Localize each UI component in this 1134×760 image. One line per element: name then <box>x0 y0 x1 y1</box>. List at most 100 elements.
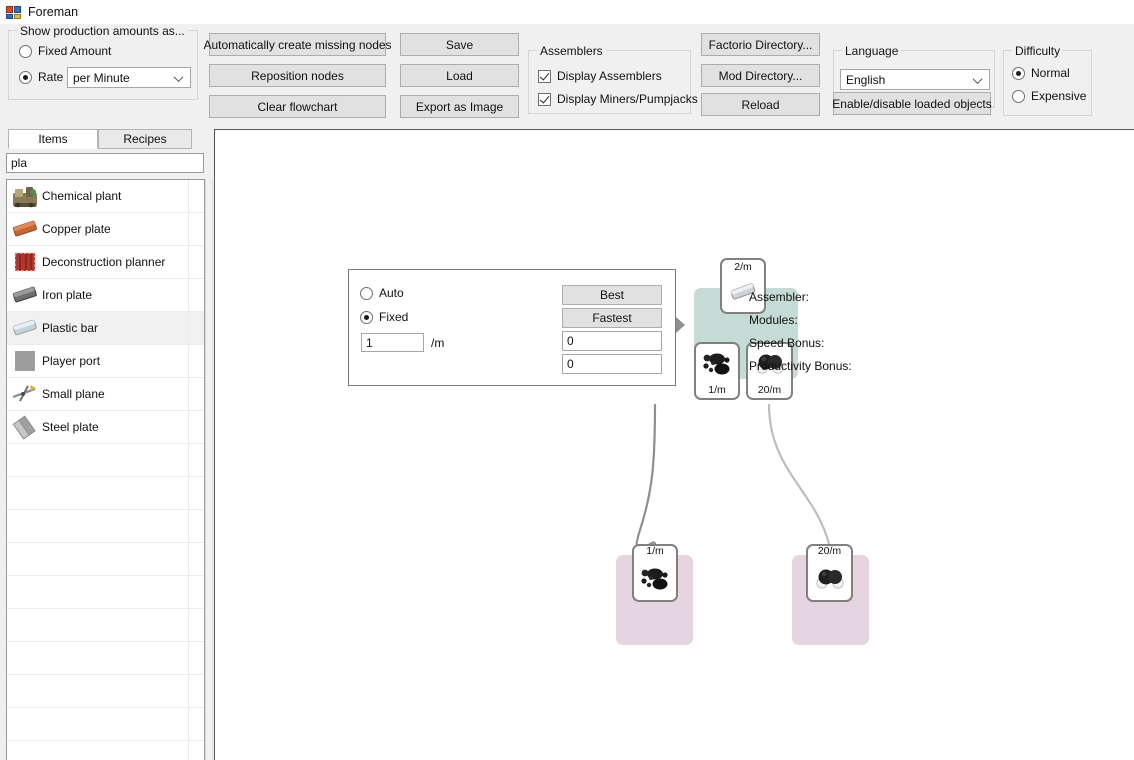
list-item-label: Deconstruction planner <box>42 255 166 269</box>
radio-difficulty-normal[interactable]: Normal <box>1012 66 1070 80</box>
input-port-coal[interactable]: 1/m <box>694 342 740 400</box>
radio-difficulty-expensive[interactable]: Expensive <box>1012 89 1086 103</box>
radio-rate[interactable]: Rate <box>19 70 63 84</box>
list-item-empty[interactable] <box>7 642 204 675</box>
load-button[interactable]: Load <box>400 64 519 87</box>
radio-rate-fixed-label: Fixed <box>379 310 409 324</box>
chevron-down-icon <box>974 74 983 83</box>
top-toolbar: Show production amounts as... Fixed Amou… <box>0 24 1134 129</box>
search-input[interactable]: pla <box>6 153 204 173</box>
list-cell-divider <box>188 543 189 575</box>
radio-difficulty-normal-label: Normal <box>1031 66 1070 80</box>
list-item-empty[interactable] <box>7 510 204 543</box>
iron-plate-icon <box>10 281 40 309</box>
radio-fixed-amount-indicator <box>19 44 32 58</box>
radio-rate-fixed[interactable]: Fixed <box>360 310 408 324</box>
reposition-nodes-button[interactable]: Reposition nodes <box>209 64 386 87</box>
production-amounts-group: Show production amounts as... Fixed Amou… <box>8 24 198 100</box>
language-title: Language <box>842 44 902 58</box>
supply-output-port-petroleum-gas[interactable]: 20/m <box>806 544 853 602</box>
amount-unit-suffix: /m <box>431 336 445 350</box>
list-item[interactable]: Small plane <box>7 378 204 411</box>
list-item-empty[interactable] <box>7 675 204 708</box>
checkbox-display-assemblers[interactable]: Display Assemblers <box>538 69 662 83</box>
list-cell-divider <box>188 213 189 245</box>
radio-rate-fixed-indicator <box>360 310 373 324</box>
list-item[interactable]: Steel plate <box>7 411 204 444</box>
player-port-icon <box>10 347 40 375</box>
tab-items[interactable]: Items <box>8 129 98 149</box>
chevron-down-icon <box>175 72 184 81</box>
output-port-plastic-bar-rate: 2/m <box>734 261 752 273</box>
radio-rate-auto[interactable]: Auto <box>360 286 404 300</box>
rate-unit-select[interactable]: per Minute <box>67 67 191 88</box>
list-item-empty[interactable] <box>7 609 204 642</box>
radio-difficulty-expensive-label: Expensive <box>1031 89 1087 103</box>
flowchart-canvas[interactable]: 2/m 1/m 20/m 1/m 20/m <box>214 129 1134 760</box>
list-cell-divider <box>188 378 189 410</box>
list-item[interactable]: Deconstruction planner <box>7 246 204 279</box>
list-item-label: Plastic bar <box>42 321 99 335</box>
list-item[interactable]: Iron plate <box>7 279 204 312</box>
coal-icon <box>696 344 738 385</box>
list-cell-divider <box>188 246 189 278</box>
list-item-label: Chemical plant <box>42 189 122 203</box>
item-list-scrollbar[interactable] <box>205 179 213 760</box>
copper-plate-icon <box>10 215 40 243</box>
sidebar: Items Recipes pla Chemical plant Copper p… <box>0 129 214 760</box>
deconstruction-planner-icon <box>10 248 40 276</box>
mod-directory-button[interactable]: Mod Directory... <box>701 64 820 87</box>
list-cell-divider <box>188 312 189 344</box>
list-item[interactable]: Copper plate <box>7 213 204 246</box>
modules-select-button[interactable]: Fastest <box>562 308 662 328</box>
list-item-empty[interactable] <box>7 444 204 477</box>
difficulty-group: Difficulty Normal Expensive <box>1003 44 1092 116</box>
productivity-bonus-input[interactable]: 0 <box>562 354 662 374</box>
list-item-empty[interactable] <box>7 576 204 609</box>
checkbox-display-miners-pumpjacks-label: Display Miners/Pumpjacks <box>557 92 698 106</box>
search-input-value: pla <box>11 156 28 170</box>
reload-button[interactable]: Reload <box>701 93 820 116</box>
list-item[interactable]: Player port <box>7 345 204 378</box>
fixed-amount-input-value: 1 <box>366 335 373 350</box>
checkbox-display-assemblers-label: Display Assemblers <box>557 69 662 83</box>
export-as-image-button[interactable]: Export as Image <box>400 95 519 118</box>
list-item-empty[interactable] <box>7 543 204 576</box>
tab-recipes[interactable]: Recipes <box>98 129 192 149</box>
input-port-petroleum-gas-rate: 20/m <box>757 384 782 396</box>
speed-bonus-input[interactable]: 0 <box>562 331 662 351</box>
auto-create-missing-nodes-button[interactable]: Automatically create missing nodes <box>203 33 392 56</box>
list-item-empty[interactable] <box>7 477 204 510</box>
plastic-bar-icon <box>10 314 40 342</box>
list-item[interactable]: Chemical plant <box>7 180 204 213</box>
radio-difficulty-expensive-indicator <box>1012 89 1025 103</box>
list-item-empty[interactable] <box>7 708 204 741</box>
checkbox-display-miners-pumpjacks[interactable]: Display Miners/Pumpjacks <box>538 92 698 106</box>
list-item-label: Iron plate <box>42 288 93 302</box>
list-cell-divider <box>188 741 189 760</box>
sidebar-tabs: Items Recipes <box>8 129 206 149</box>
list-cell-divider <box>188 279 189 311</box>
enable-disable-loaded-objects-button[interactable]: Enable/disable loaded objects <box>832 92 992 115</box>
list-item-label: Player port <box>42 354 101 368</box>
list-item[interactable]: Plastic bar <box>7 312 204 345</box>
difficulty-title: Difficulty <box>1012 44 1064 58</box>
output-port-plastic-bar[interactable]: 2/m <box>720 258 766 314</box>
item-list[interactable]: Chemical plant Copper plate Deconstruction… <box>6 179 205 760</box>
list-cell-divider <box>188 642 189 674</box>
list-cell-divider <box>188 510 189 542</box>
fixed-amount-input[interactable]: 1 <box>361 333 424 352</box>
node-editor-panel[interactable]: Auto Fixed 1 /m Assembler: Modules: Spee… <box>348 269 852 386</box>
language-select[interactable]: English <box>840 69 990 90</box>
input-port-coal-rate: 1/m <box>708 384 726 396</box>
supply-output-port-coal[interactable]: 1/m <box>632 544 678 602</box>
clear-flowchart-button[interactable]: Clear flowchart <box>209 95 386 118</box>
factorio-directory-button[interactable]: Factorio Directory... <box>701 33 820 56</box>
list-cell-divider <box>188 180 189 212</box>
list-item-empty[interactable] <box>7 741 204 760</box>
radio-fixed-amount[interactable]: Fixed Amount <box>19 44 111 58</box>
save-button[interactable]: Save <box>400 33 519 56</box>
productivity-bonus-input-value: 0 <box>567 357 574 371</box>
list-cell-divider <box>188 477 189 509</box>
assembler-select-button[interactable]: Best <box>562 285 662 305</box>
